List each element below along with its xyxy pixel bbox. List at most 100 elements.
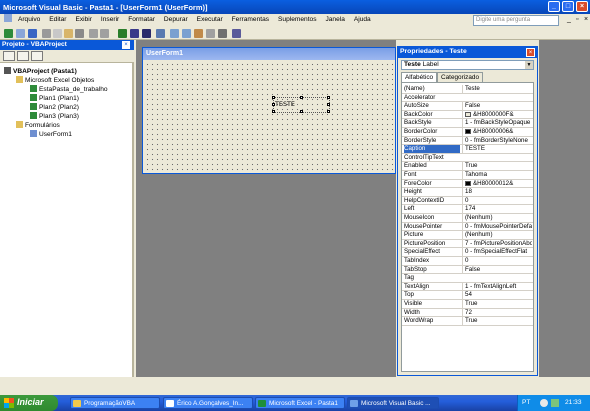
property-row[interactable]: Accelerator — [402, 94, 533, 103]
property-row[interactable]: SpecialEffect 0 - fmSpecialEffectFlat — [402, 248, 533, 257]
close-icon[interactable]: × — [526, 48, 535, 57]
property-value[interactable]: (Nenhum) — [462, 231, 532, 239]
property-row[interactable]: Font Tahoma — [402, 171, 533, 180]
copy-icon[interactable] — [53, 29, 62, 38]
property-value[interactable]: 174 — [462, 205, 532, 214]
resize-handle[interactable] — [272, 110, 275, 113]
property-value[interactable]: TESTE — [462, 145, 532, 153]
property-row[interactable]: BorderColor &H80000006& — [402, 128, 533, 137]
property-row[interactable]: TabIndex 0 — [402, 257, 533, 266]
property-value[interactable]: 0 - fmSpecialEffectFlat — [462, 248, 532, 257]
project-explorer-icon[interactable] — [170, 29, 179, 38]
object-browser-icon[interactable] — [194, 29, 203, 38]
maximize-button[interactable]: □ — [562, 1, 574, 12]
property-row[interactable]: Picture (Nenhum) — [402, 231, 533, 240]
cut-icon[interactable] — [42, 29, 51, 38]
help-icon[interactable] — [232, 29, 241, 38]
property-row[interactable]: ForeColor &H80000012& — [402, 179, 533, 189]
property-row[interactable]: BorderStyle 0 - fmBorderStyleNone — [402, 136, 533, 146]
property-value[interactable]: False — [462, 102, 532, 110]
property-value[interactable]: (Nenhum) — [462, 214, 532, 222]
tree-root[interactable]: VBAProject (Pasta1) — [4, 67, 77, 76]
menu-arquivo[interactable]: Arquivo — [14, 14, 43, 23]
tab-categorizado[interactable]: Categorizado — [437, 72, 484, 82]
property-row[interactable]: Tag — [402, 274, 533, 283]
vba-app-icon[interactable] — [4, 14, 12, 22]
property-value[interactable]: &H80000012& — [462, 179, 532, 188]
redo-icon[interactable] — [100, 29, 109, 38]
property-value[interactable]: 18 — [462, 188, 532, 196]
resize-handle[interactable] — [272, 103, 275, 106]
question-input[interactable]: Digite uma pergunta — [473, 15, 559, 26]
property-value[interactable]: False — [462, 265, 532, 274]
resize-handle[interactable] — [327, 110, 330, 113]
network-icon[interactable] — [551, 399, 559, 407]
property-value[interactable]: 7 - fmPicturePositionAbov — [462, 239, 532, 248]
property-row[interactable]: (Name) Teste — [402, 85, 533, 94]
menu-inserir[interactable]: Inserir — [97, 14, 122, 23]
tree-folder-forms[interactable]: Formulários — [16, 121, 60, 130]
property-row[interactable]: HelpContextID 0 — [402, 196, 533, 206]
reset-icon[interactable] — [142, 29, 151, 38]
undo-icon[interactable] — [89, 29, 98, 38]
start-button[interactable]: Iniciar — [0, 395, 58, 411]
minimize-button[interactable]: _ — [548, 1, 560, 12]
menu-depurar[interactable]: Depurar — [160, 14, 191, 23]
property-row[interactable]: BackStyle 1 - fmBackStyleOpaque — [402, 119, 533, 128]
menu-ferramentas[interactable]: Ferramentas — [228, 14, 272, 23]
label-control[interactable]: TESTE — [272, 96, 330, 113]
toggle-folders-icon[interactable] — [31, 51, 43, 61]
property-value[interactable]: True — [462, 300, 532, 308]
property-row[interactable]: ControlTipText — [402, 154, 533, 163]
taskbar-button[interactable]: Microsoft Visual Basic ... — [347, 397, 439, 409]
property-row[interactable]: MouseIcon (Nenhum) — [402, 214, 533, 223]
property-value[interactable]: 0 — [462, 196, 532, 205]
property-row[interactable]: AutoSize False — [402, 102, 533, 111]
tree-item-plan3[interactable]: Plan3 (Plan3) — [30, 112, 79, 121]
userform-canvas[interactable] — [145, 62, 393, 171]
property-row[interactable]: Height 18 — [402, 188, 533, 197]
property-value[interactable]: 72 — [462, 308, 532, 317]
view-object-icon[interactable] — [17, 51, 29, 61]
close-child-icon[interactable]: × — [580, 14, 590, 23]
resize-handle[interactable] — [327, 96, 330, 99]
property-row[interactable]: Enabled True — [402, 162, 533, 171]
resize-handle[interactable] — [327, 103, 330, 106]
property-value[interactable]: Teste — [462, 85, 532, 93]
property-value[interactable]: 1 - fmBackStyleOpaque — [462, 119, 532, 128]
speaker-icon[interactable] — [540, 399, 548, 407]
tree-item-workbook[interactable]: EstaPasta_de_trabalho — [30, 85, 108, 94]
taskbar-button[interactable]: Microsoft Excel - Pasta1 — [255, 397, 345, 409]
taskbar-button[interactable]: Érico A.Gonçalves_In... — [163, 397, 253, 409]
tab-alfabetico[interactable]: Alfabético — [401, 72, 438, 82]
property-row[interactable]: BackColor &H8000000F& — [402, 110, 533, 120]
property-row[interactable]: WordWrap True — [402, 317, 533, 326]
menu-janela[interactable]: Janela — [321, 14, 347, 23]
object-selector[interactable]: Teste Label ▼ — [401, 60, 534, 70]
tree-item-plan2[interactable]: Plan2 (Plan2) — [30, 103, 79, 112]
property-row[interactable]: Visible True — [402, 300, 533, 309]
menu-suplementos[interactable]: Suplementos — [274, 14, 320, 23]
property-value[interactable]: 1 - fmTextAlignLeft — [462, 282, 532, 291]
view-code-icon[interactable] — [3, 51, 15, 61]
insert-userform-icon[interactable] — [16, 29, 25, 38]
property-value[interactable]: True — [462, 317, 532, 325]
property-row[interactable]: Left 174 — [402, 205, 533, 214]
excel-view-icon[interactable] — [4, 29, 13, 38]
property-row[interactable]: TabStop False — [402, 265, 533, 275]
menu-formatar[interactable]: Formatar — [124, 14, 158, 23]
property-row[interactable]: Caption TESTE — [402, 145, 533, 154]
menu-ajuda[interactable]: Ajuda — [350, 14, 374, 23]
toolbox-icon[interactable] — [206, 29, 215, 38]
userform-window[interactable]: UserForm1 — [142, 47, 396, 174]
property-row[interactable]: Top 54 — [402, 291, 533, 300]
property-value[interactable]: True — [462, 162, 532, 171]
clock[interactable]: 21:33 — [565, 399, 582, 406]
menu-editar[interactable]: Editar — [45, 14, 69, 23]
tree-item-plan1[interactable]: Plan1 (Plan1) — [30, 94, 79, 103]
run-icon[interactable] — [118, 29, 127, 38]
resize-handle[interactable] — [300, 96, 303, 99]
menu-exibir[interactable]: Exibir — [71, 14, 95, 23]
break-icon[interactable] — [130, 29, 139, 38]
design-mode-icon[interactable] — [156, 29, 165, 38]
